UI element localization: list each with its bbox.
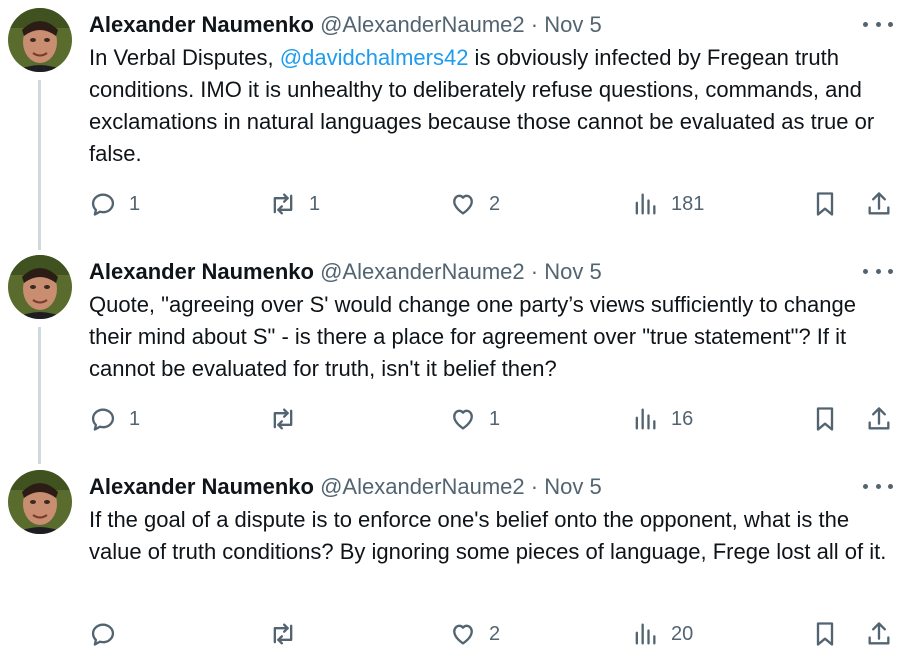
- share-icon: [868, 407, 890, 430]
- tweet-text-part: In Verbal Disputes,: [89, 45, 280, 70]
- action-bar: 2 20: [89, 617, 904, 651]
- views-icon: [635, 408, 656, 430]
- repost-button[interactable]: [269, 617, 309, 651]
- bookmark-button[interactable]: [811, 187, 839, 221]
- mention-link[interactable]: @davidchalmers42: [280, 45, 469, 70]
- separator: ·: [530, 259, 539, 284]
- like-count: 1: [489, 407, 501, 430]
- tweet[interactable]: Alexander Naumenko @AlexanderNaume2 · No…: [0, 247, 915, 464]
- like-button[interactable]: 1: [449, 402, 500, 436]
- bookmark-button[interactable]: [811, 402, 839, 436]
- tweet[interactable]: Alexander Naumenko @AlexanderNaume2 · No…: [0, 0, 915, 250]
- like-icon: [453, 194, 473, 215]
- repost-icon: [273, 623, 293, 645]
- like-count: 2: [489, 192, 501, 215]
- reply-button[interactable]: 1: [89, 187, 140, 221]
- like-icon: [453, 409, 473, 430]
- views-button[interactable]: 20: [631, 617, 693, 651]
- share-button[interactable]: [865, 187, 893, 221]
- like-button[interactable]: 2: [449, 187, 500, 221]
- reply-icon: [91, 623, 115, 646]
- tweet-header: Alexander Naumenko @AlexanderNaume2 · No…: [89, 12, 602, 38]
- share-icon: [868, 622, 890, 645]
- tweet-date[interactable]: Nov 5: [544, 474, 601, 499]
- reply-icon: [91, 408, 115, 431]
- thread-line: [38, 327, 41, 464]
- views-icon: [635, 193, 656, 215]
- repost-button[interactable]: [269, 402, 309, 436]
- views-count: 16: [671, 407, 694, 430]
- avatar[interactable]: [8, 255, 72, 319]
- like-count: 2: [489, 622, 501, 645]
- author-name[interactable]: Alexander Naumenko: [89, 474, 314, 499]
- tweet-date[interactable]: Nov 5: [544, 12, 601, 37]
- bookmark-icon: [816, 192, 834, 216]
- share-button[interactable]: [865, 402, 893, 436]
- views-icon: [635, 623, 656, 645]
- views-count: 181: [671, 192, 705, 215]
- share-button[interactable]: [865, 617, 893, 651]
- author-handle[interactable]: @AlexanderNaume2: [320, 259, 525, 284]
- tweet[interactable]: Alexander Naumenko @AlexanderNaume2 · No…: [0, 462, 915, 659]
- tweet-text: In Verbal Disputes, @davidchalmers42 is …: [89, 42, 889, 170]
- more-icon[interactable]: [863, 14, 893, 34]
- reply-button[interactable]: [89, 617, 129, 651]
- action-bar: 1 1 16: [89, 402, 904, 436]
- author-handle[interactable]: @AlexanderNaume2: [320, 12, 525, 37]
- tweet-text: If the goal of a dispute is to enforce o…: [89, 507, 887, 564]
- repost-count: 1: [309, 192, 321, 215]
- like-icon: [453, 624, 473, 645]
- tweet-header: Alexander Naumenko @AlexanderNaume2 · No…: [89, 474, 602, 500]
- tweet-text: Quote, "agreeing over S' would change on…: [89, 292, 856, 381]
- more-icon[interactable]: [863, 261, 893, 281]
- avatar[interactable]: [8, 470, 72, 534]
- bookmark-button[interactable]: [811, 617, 839, 651]
- reply-count: 1: [129, 192, 141, 215]
- repost-button[interactable]: 1: [269, 187, 320, 221]
- reply-icon: [91, 193, 115, 216]
- bookmark-icon: [816, 622, 834, 646]
- repost-icon: [273, 408, 293, 430]
- more-icon[interactable]: [863, 476, 893, 496]
- share-icon: [868, 192, 890, 215]
- tweet-header: Alexander Naumenko @AlexanderNaume2 · No…: [89, 259, 602, 285]
- views-button[interactable]: 16: [631, 402, 693, 436]
- tweet-date[interactable]: Nov 5: [544, 259, 601, 284]
- views-button[interactable]: 181: [631, 187, 704, 221]
- reply-button[interactable]: 1: [89, 402, 140, 436]
- repost-icon: [273, 193, 293, 215]
- bookmark-icon: [816, 407, 834, 431]
- author-name[interactable]: Alexander Naumenko: [89, 259, 314, 284]
- action-bar: 1 1 2 181: [89, 187, 904, 221]
- author-name[interactable]: Alexander Naumenko: [89, 12, 314, 37]
- reply-count: 1: [129, 407, 141, 430]
- thread-line: [38, 80, 41, 250]
- avatar[interactable]: [8, 8, 72, 72]
- separator: ·: [530, 12, 539, 37]
- separator: ·: [530, 474, 539, 499]
- author-handle[interactable]: @AlexanderNaume2: [320, 474, 525, 499]
- views-count: 20: [671, 622, 694, 645]
- like-button[interactable]: 2: [449, 617, 500, 651]
